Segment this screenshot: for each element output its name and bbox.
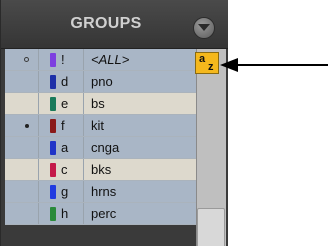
column-divider	[83, 181, 84, 202]
column-divider	[83, 49, 84, 70]
group-name: kit	[91, 118, 104, 133]
group-active-marker[interactable]	[5, 203, 39, 224]
column-divider	[83, 115, 84, 136]
solid-dot-icon	[25, 124, 29, 128]
group-id: e	[61, 96, 69, 111]
group-name: hrns	[91, 184, 117, 199]
group-color-swatch	[50, 119, 56, 133]
group-name: cnga	[91, 140, 120, 155]
group-active-marker[interactable]	[5, 137, 39, 158]
group-color-swatch	[50, 207, 56, 221]
column-divider	[83, 71, 84, 92]
groups-panel: GROUPS ! <ALL> d pno e bs f kit a cnga c bks g hrns h p…	[0, 0, 228, 246]
group-name: bks	[91, 162, 112, 177]
group-row[interactable]: h perc	[5, 203, 196, 225]
scroll-thumb[interactable]	[197, 208, 225, 246]
groups-title: GROUPS	[70, 15, 142, 32]
group-name: <ALL>	[91, 52, 130, 67]
callout-arrow-icon	[220, 58, 328, 72]
column-divider	[83, 203, 84, 224]
group-id: d	[61, 74, 69, 89]
alpha-sort-button[interactable]: a z	[195, 52, 219, 74]
triangle-down-icon	[198, 24, 210, 31]
group-color-swatch	[50, 163, 56, 177]
group-row[interactable]: d pno	[5, 71, 196, 93]
group-active-marker[interactable]	[5, 71, 39, 92]
column-divider	[83, 159, 84, 180]
group-row[interactable]: f kit	[5, 115, 196, 137]
group-list: ! <ALL> d pno e bs f kit a cnga c bks g hrns h perc	[5, 49, 196, 246]
sort-label-a: a	[199, 53, 206, 65]
group-name: bs	[91, 96, 105, 111]
group-active-marker[interactable]	[5, 181, 39, 202]
group-color-swatch	[50, 141, 56, 155]
group-color-swatch	[50, 75, 56, 89]
group-color-swatch	[50, 53, 56, 67]
group-id: !	[61, 52, 65, 67]
group-color-swatch	[50, 97, 56, 111]
group-id: g	[61, 184, 69, 199]
group-active-marker[interactable]	[5, 159, 39, 180]
group-row[interactable]: c bks	[5, 159, 196, 181]
group-id: f	[61, 118, 65, 133]
group-active-marker[interactable]	[5, 93, 39, 114]
groups-menu-button[interactable]	[193, 17, 215, 39]
column-divider	[83, 93, 84, 114]
group-active-marker[interactable]	[5, 49, 39, 70]
group-name: perc	[91, 206, 117, 221]
group-name: pno	[91, 74, 113, 89]
group-color-swatch	[50, 185, 56, 199]
group-row[interactable]: ! <ALL>	[5, 49, 196, 71]
groups-header: GROUPS	[1, 0, 228, 49]
group-id: h	[61, 206, 69, 221]
column-divider	[83, 137, 84, 158]
group-active-marker[interactable]	[5, 115, 39, 136]
sort-label-z: z	[208, 61, 214, 73]
group-id: a	[61, 140, 69, 155]
group-row[interactable]: e bs	[5, 93, 196, 115]
group-id: c	[61, 162, 68, 177]
group-row[interactable]: g hrns	[5, 181, 196, 203]
hollow-dot-icon	[24, 57, 29, 62]
group-row[interactable]: a cnga	[5, 137, 196, 159]
